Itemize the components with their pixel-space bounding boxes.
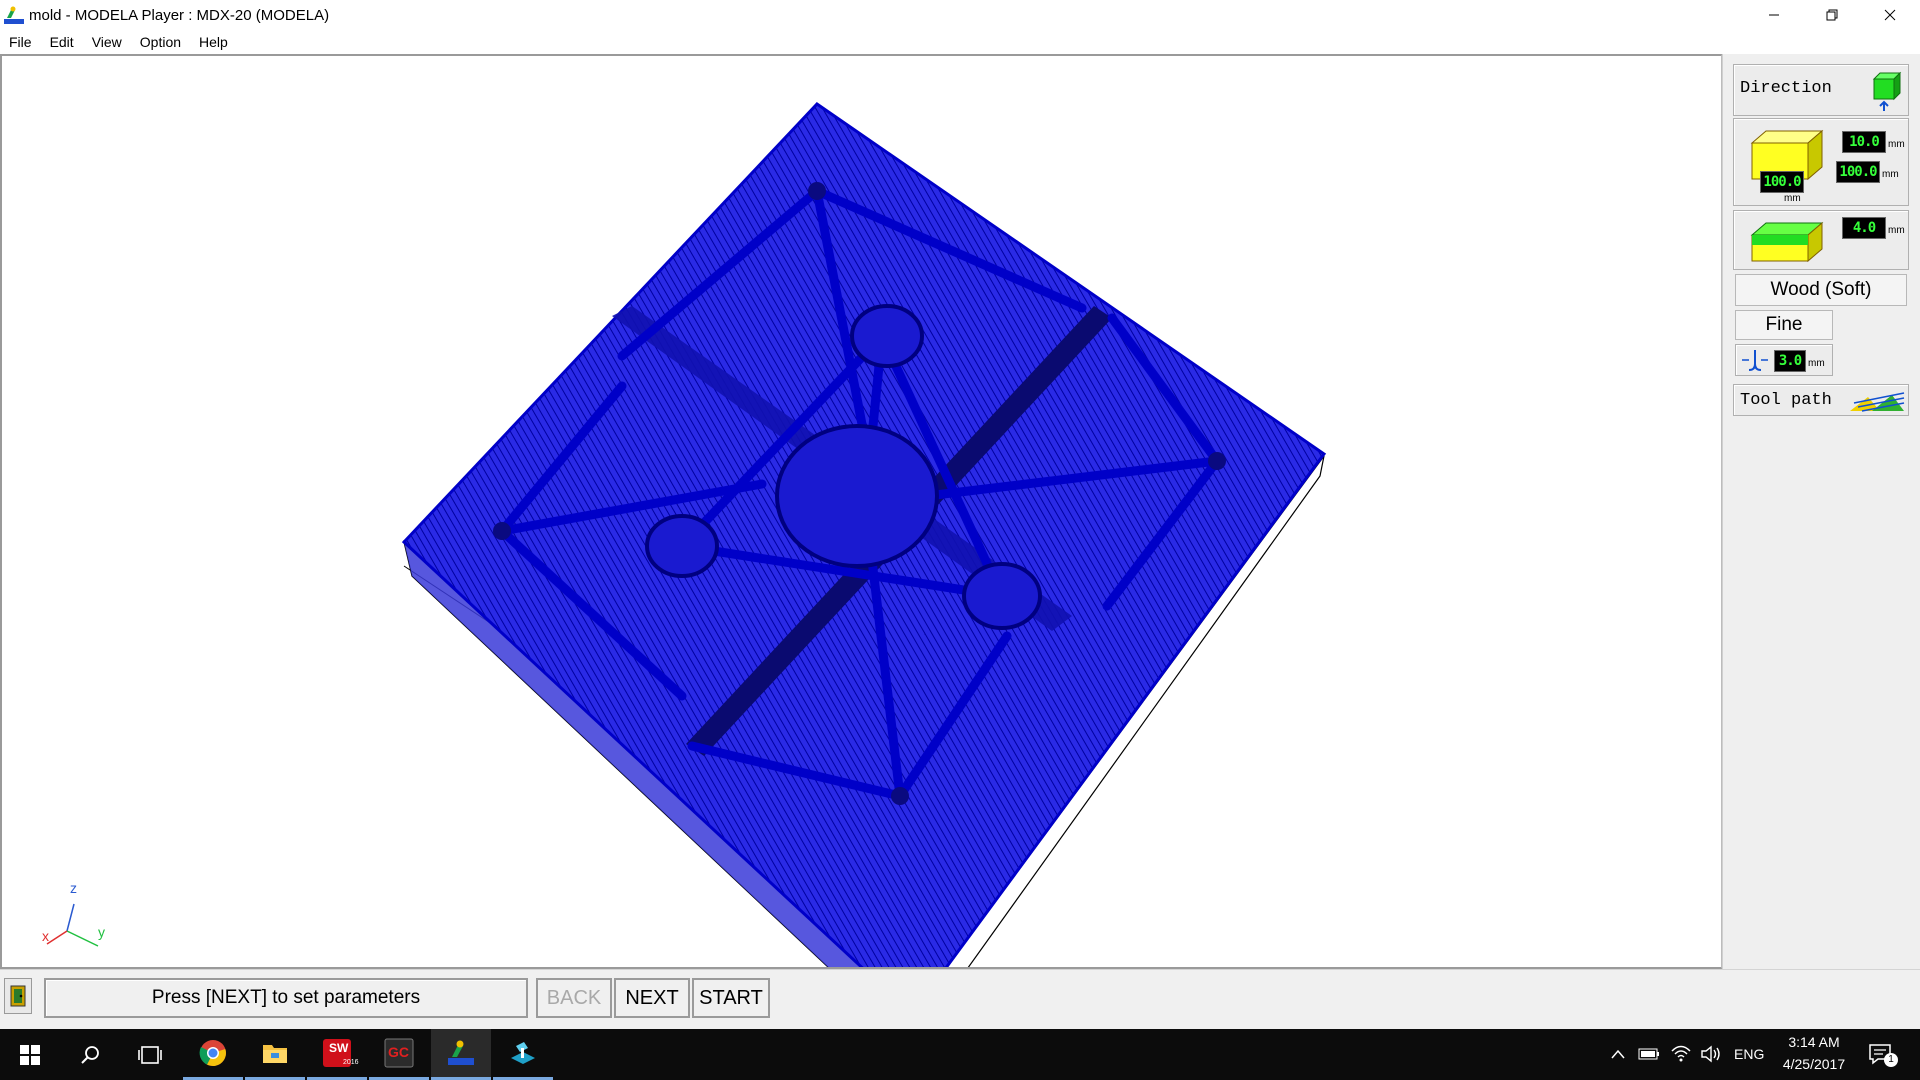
input-language-indicator[interactable]: ENG bbox=[1734, 1046, 1764, 1062]
virtual-modela-taskbar-button[interactable] bbox=[493, 1029, 553, 1080]
material-select[interactable]: Wood (Soft) bbox=[1735, 274, 1907, 306]
model-viewport[interactable]: z y x bbox=[0, 54, 1722, 969]
axis-z-label: z bbox=[70, 880, 77, 896]
start-menu-button[interactable] bbox=[0, 1029, 60, 1080]
workpiece-height-display: 10.0 bbox=[1842, 131, 1886, 153]
gc-app-icon-label: GC bbox=[388, 1044, 409, 1060]
folder-icon bbox=[263, 1045, 287, 1063]
start-button[interactable]: START bbox=[692, 978, 770, 1018]
axis-y-label: y bbox=[98, 924, 105, 940]
clock-date[interactable]: 4/25/2017 bbox=[1778, 1056, 1850, 1072]
workpiece-height-unit: mm bbox=[1888, 139, 1905, 150]
search-icon bbox=[81, 1045, 99, 1064]
restore-button[interactable] bbox=[1804, 0, 1860, 30]
exit-door-icon bbox=[10, 985, 26, 1007]
tray-overflow-chevron-icon[interactable] bbox=[1610, 1047, 1626, 1061]
wifi-icon[interactable] bbox=[1670, 1043, 1692, 1063]
battery-icon[interactable] bbox=[1638, 1047, 1660, 1061]
parameter-panel: Direction 10.0 mm 100.0 mm 100.0 mm 4.0 … bbox=[1722, 54, 1920, 969]
toolpath-button[interactable]: Tool path bbox=[1733, 384, 1909, 416]
model-cube-icon bbox=[1750, 221, 1824, 263]
close-icon bbox=[1884, 9, 1896, 21]
taskbar: SW 2016 GC ENG 3:14 AM 4/25/2017 1 bbox=[0, 1029, 1920, 1080]
modela-player-taskbar-button[interactable] bbox=[431, 1029, 491, 1080]
windows-logo-icon bbox=[20, 1044, 40, 1065]
notification-count-badge: 1 bbox=[1884, 1053, 1898, 1067]
menu-edit[interactable]: Edit bbox=[41, 34, 83, 50]
workpiece-depth-display: 100.0 bbox=[1836, 161, 1880, 183]
title-bar[interactable]: mold - MODELA Player : MDX-20 (MODELA) bbox=[0, 0, 1920, 30]
gcode-app-taskbar-button[interactable]: GC bbox=[369, 1029, 429, 1080]
minimize-button[interactable] bbox=[1746, 0, 1802, 30]
chrome-taskbar-button[interactable] bbox=[183, 1029, 243, 1080]
task-view-button[interactable] bbox=[120, 1029, 180, 1080]
volume-icon[interactable] bbox=[1700, 1044, 1722, 1064]
modela-player-icon bbox=[448, 1040, 474, 1065]
menu-file[interactable]: File bbox=[0, 34, 41, 50]
restore-icon bbox=[1826, 9, 1838, 21]
workpiece-depth-unit: mm bbox=[1882, 169, 1899, 180]
model-height-display: 4.0 bbox=[1842, 217, 1886, 239]
minimize-icon bbox=[1769, 14, 1779, 16]
back-button[interactable]: BACK bbox=[536, 978, 612, 1018]
toolpath-icon bbox=[1850, 392, 1905, 412]
tool-button[interactable]: 3.0 mm bbox=[1735, 344, 1833, 376]
menu-bar: File Edit View Option Help bbox=[0, 30, 1920, 54]
virtual-modela-icon bbox=[511, 1042, 535, 1064]
chrome-icon bbox=[199, 1040, 226, 1067]
menu-view[interactable]: View bbox=[83, 34, 131, 50]
solidworks-icon-label: SW bbox=[329, 1041, 349, 1055]
mold-model-render bbox=[401, 102, 1327, 967]
menu-help[interactable]: Help bbox=[190, 34, 237, 50]
model-height-unit: mm bbox=[1888, 225, 1905, 236]
direction-cube-icon bbox=[1872, 71, 1902, 111]
solidworks-version-badge: 2016 bbox=[343, 1059, 359, 1066]
solidworks-taskbar-button[interactable]: SW 2016 bbox=[307, 1029, 367, 1080]
file-explorer-taskbar-button[interactable] bbox=[245, 1029, 305, 1080]
toolpath-label: Tool path bbox=[1740, 391, 1832, 410]
next-button[interactable]: NEXT bbox=[614, 978, 690, 1018]
model-size-button[interactable]: 4.0 mm bbox=[1733, 210, 1909, 270]
workpiece-size-button[interactable]: 10.0 mm 100.0 mm 100.0 mm bbox=[1733, 118, 1909, 206]
tool-bit-icon bbox=[1742, 350, 1768, 371]
status-message: Press [NEXT] to set parameters bbox=[44, 978, 528, 1018]
control-bar: Press [NEXT] to set parameters BACK NEXT… bbox=[0, 969, 1920, 1029]
menu-option[interactable]: Option bbox=[131, 34, 190, 50]
workpiece-width-unit: mm bbox=[1784, 193, 1801, 204]
clock-time[interactable]: 3:14 AM bbox=[1784, 1034, 1844, 1050]
tool-diameter-unit: mm bbox=[1808, 358, 1825, 369]
axis-indicator bbox=[46, 903, 99, 947]
search-button[interactable] bbox=[60, 1029, 120, 1080]
axis-x-label: x bbox=[42, 928, 49, 944]
modela-app-icon bbox=[4, 6, 24, 24]
task-view-icon bbox=[138, 1045, 162, 1064]
workpiece-width-display: 100.0 bbox=[1760, 171, 1804, 193]
exit-button[interactable] bbox=[4, 978, 32, 1014]
tool-diameter-display: 3.0 bbox=[1774, 350, 1806, 372]
quality-select[interactable]: Fine bbox=[1735, 310, 1833, 340]
direction-label: Direction bbox=[1740, 79, 1832, 98]
close-button[interactable] bbox=[1862, 0, 1918, 30]
direction-button[interactable]: Direction bbox=[1733, 64, 1909, 116]
window-title: mold - MODELA Player : MDX-20 (MODELA) bbox=[29, 6, 330, 24]
